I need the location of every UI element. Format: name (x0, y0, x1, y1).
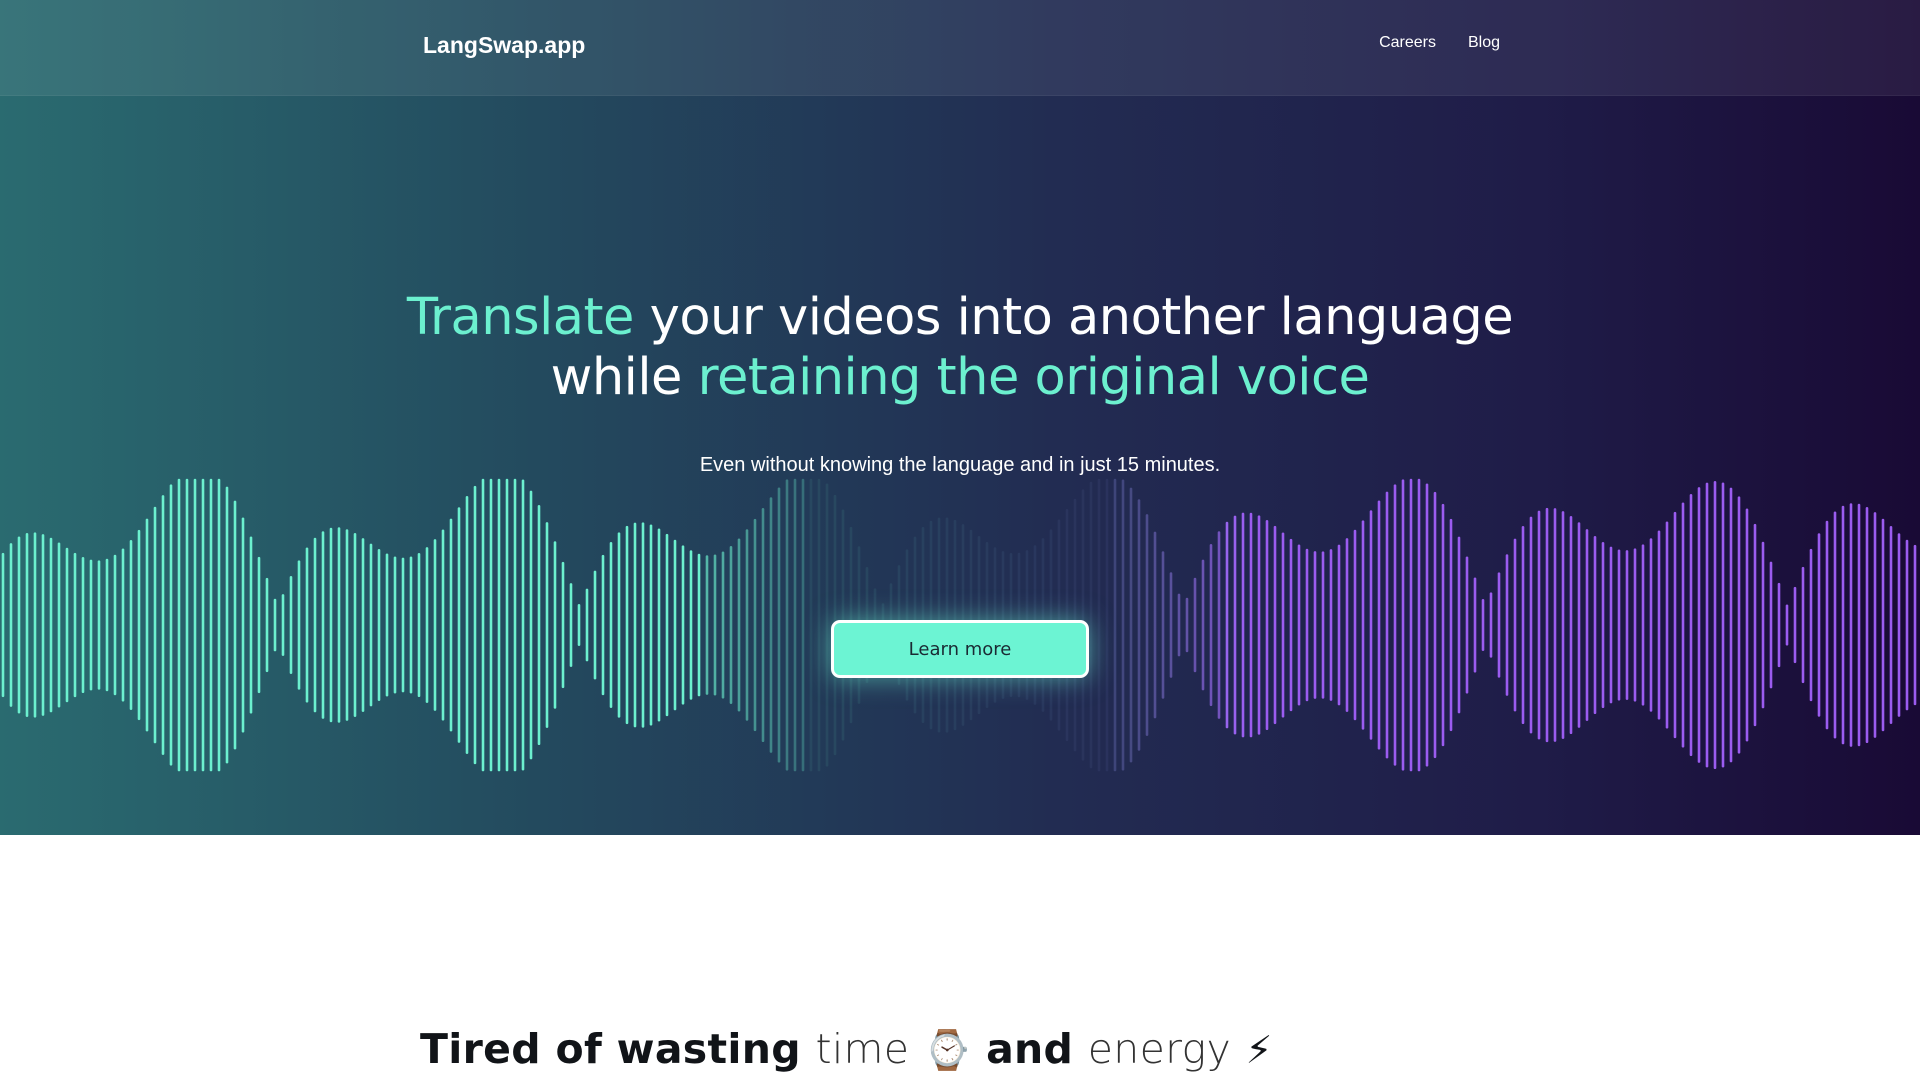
hero-headline: Translate your videos into another langu… (380, 288, 1540, 408)
watch-icon: ⌚ (923, 1028, 972, 1072)
title-and: and (986, 1025, 1088, 1073)
section-title: Tired of wasting time ⌚ and energy ⚡ (420, 1025, 1273, 1073)
learn-more-button[interactable]: Learn more (831, 620, 1089, 678)
headline-accent-translate: Translate (406, 288, 635, 347)
headline-line2-plain: while (550, 348, 698, 407)
title-part1: Tired of wasting (420, 1025, 816, 1073)
headline-accent-voice: retaining the original voice (697, 348, 1370, 407)
hero-section: LangSwap.app Careers Blog Translate your… (0, 0, 1920, 835)
top-navbar: LangSwap.app Careers Blog (0, 0, 1920, 96)
nav-link-careers[interactable]: Careers (1379, 34, 1436, 52)
nav-link-blog[interactable]: Blog (1468, 34, 1500, 52)
brand-logo[interactable]: LangSwap.app (423, 32, 585, 59)
hero-subtitle: Even without knowing the language and in… (699, 454, 1221, 476)
title-time-word: time (815, 1025, 910, 1073)
headline-line1-rest: your videos into another language (633, 288, 1514, 347)
title-energy-word: energy (1087, 1025, 1232, 1073)
lightning-icon: ⚡ (1245, 1028, 1273, 1072)
nav-links: Careers Blog (1379, 34, 1500, 52)
